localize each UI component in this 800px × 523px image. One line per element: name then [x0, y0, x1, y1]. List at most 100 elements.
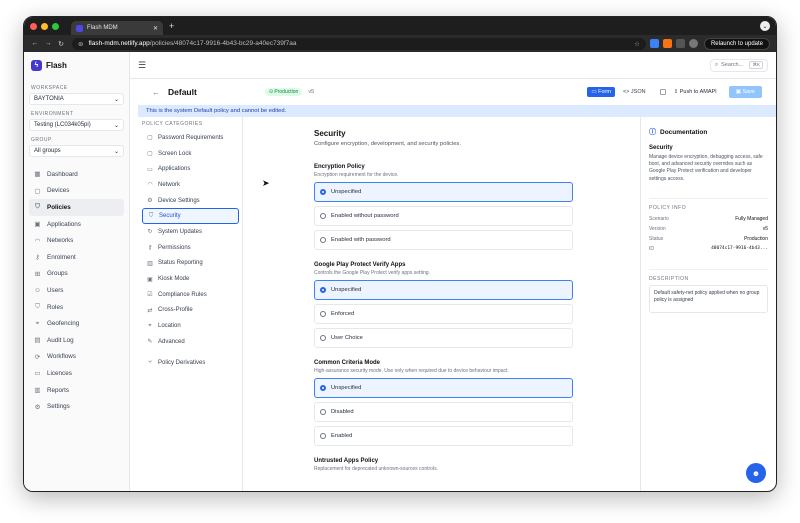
- tab-search-button[interactable]: ⌄: [760, 21, 770, 31]
- radio-option-user-choice[interactable]: User Choice: [314, 328, 573, 348]
- status-badge: ⊙ Production: [264, 88, 303, 96]
- radio-button[interactable]: [320, 433, 326, 439]
- radio-option-enabled-without-password[interactable]: Enabled without password: [314, 206, 573, 226]
- push-checkbox[interactable]: [659, 89, 666, 95]
- sidebar-item-groups[interactable]: ⊞ Groups: [29, 266, 124, 283]
- sidebar-item-applications[interactable]: ▣ Applications: [29, 216, 124, 233]
- category-label: Location: [158, 323, 181, 330]
- form-view-button[interactable]: ▭ Form: [587, 87, 615, 97]
- sidebar-item-dashboard[interactable]: ▦ Dashboard: [29, 166, 124, 183]
- search-placeholder: Search...: [721, 62, 744, 68]
- sidebar-item-enrolment[interactable]: ⚷ Enrolment: [29, 249, 124, 266]
- radio-button[interactable]: [320, 409, 326, 415]
- new-tab-button[interactable]: +: [169, 21, 174, 31]
- policy-categories: POLICY CATEGORIES ▢ Password Requirements…: [130, 117, 243, 491]
- back-arrow-icon[interactable]: ←: [152, 88, 160, 97]
- workspace-select[interactable]: BAYTONIA ⌄: [29, 93, 124, 105]
- sidebar-item-reports[interactable]: ▥ Reports: [29, 382, 124, 399]
- category-cross-profile[interactable]: ⇄ Cross-Profile: [142, 303, 239, 319]
- back-nav-icon[interactable]: ←: [30, 40, 40, 47]
- policy-info-row: Status Production: [649, 234, 768, 244]
- radio-button[interactable]: [320, 213, 326, 219]
- favicon-icon: [76, 24, 83, 32]
- category-screen-lock[interactable]: ▢ Screen Lock: [142, 146, 239, 162]
- forward-nav-icon[interactable]: →: [43, 40, 53, 47]
- tab-bar: Flash MDM ✕ + ⌄: [24, 17, 776, 35]
- reload-icon[interactable]: ↻: [56, 40, 66, 48]
- radio-button[interactable]: [320, 311, 326, 317]
- category-permissions[interactable]: ⚷ Permissions: [142, 240, 239, 256]
- chevron-down-icon: ⌄: [113, 96, 119, 103]
- url-field[interactable]: ⊜ flash-mdm.netlify.app/policies/48074c1…: [72, 37, 646, 50]
- sidebar-item-networks[interactable]: ◠ Networks: [29, 232, 124, 249]
- sidebar-item-label: Reports: [47, 386, 70, 394]
- sidebar-item-geofencing[interactable]: ⌖ Geofencing: [29, 315, 124, 332]
- radio-option-enabled[interactable]: Enabled: [314, 426, 573, 446]
- category-advanced[interactable]: ✎ Advanced: [142, 334, 239, 350]
- browser-tab[interactable]: Flash MDM ✕: [71, 21, 163, 35]
- bookmark-star-icon[interactable]: ☆: [634, 40, 640, 48]
- category-password-requirements[interactable]: ▢ Password Requirements: [142, 130, 239, 146]
- setting-title: Untrusted Apps Policy: [314, 458, 379, 464]
- extensions-puzzle-icon[interactable]: [675, 39, 685, 48]
- sidebar-item-users[interactable]: ☺ Users: [29, 282, 124, 299]
- radio-button[interactable]: [320, 335, 326, 341]
- category-applications[interactable]: ▭ Applications: [142, 161, 239, 177]
- sidebar-item-policies[interactable]: ⛉ Policies: [29, 199, 124, 216]
- extension-icon[interactable]: [662, 39, 672, 48]
- radio-option-enabled-with-password[interactable]: Enabled with password: [314, 230, 573, 250]
- category-location[interactable]: ⌖ Location: [142, 318, 239, 334]
- group-select[interactable]: All groups ⌄: [29, 145, 124, 157]
- category-device-settings[interactable]: ⚙ Device Settings: [142, 193, 239, 209]
- close-window-button[interactable]: [30, 22, 37, 30]
- environment-select[interactable]: Testing (LC034k05pi) ⌄: [29, 119, 124, 131]
- setting-title: Encryption Policy: [314, 164, 365, 170]
- json-view-button[interactable]: <> JSON: [619, 87, 650, 97]
- category-status-reporting[interactable]: ▥ Status Reporting: [142, 256, 239, 272]
- sidebar-item-roles[interactable]: ⛉ Roles: [29, 299, 124, 316]
- sidebar-item-settings[interactable]: ⚙ Settings: [29, 398, 124, 415]
- category-policy-derivatives[interactable]: ⑂ Policy Derivatives: [142, 356, 239, 372]
- category-compliance-rules[interactable]: ☑ Compliance Rules: [142, 287, 239, 303]
- profile-avatar[interactable]: [688, 39, 698, 48]
- sidebar-item-workflows[interactable]: ⟳ Workflows: [29, 349, 124, 366]
- extension-icon[interactable]: [649, 39, 659, 48]
- compliance-rules-icon: ☑: [147, 292, 153, 299]
- cross-profile-icon: ⇄: [147, 307, 153, 314]
- close-tab-icon[interactable]: ✕: [153, 25, 158, 32]
- category-kiosk-mode[interactable]: ▣ Kiosk Mode: [142, 271, 239, 287]
- site-info-icon[interactable]: ⊜: [78, 40, 83, 48]
- push-to-amapi-button[interactable]: ⇪ Push to AMAPI: [670, 87, 721, 97]
- radio-button[interactable]: [320, 385, 326, 391]
- sidebar-item-devices[interactable]: ▢ Devices: [29, 183, 124, 200]
- radio-button[interactable]: [320, 237, 326, 243]
- sidebar-item-audit-log[interactable]: ▤ Audit Log: [29, 332, 124, 349]
- sidebar-item-licences[interactable]: ▭ Licences: [29, 365, 124, 382]
- radio-option-unspecified[interactable]: Unspecified: [314, 280, 573, 300]
- category-security[interactable]: ⛉ Security: [142, 208, 239, 225]
- description-textarea[interactable]: Default safety-net policy applied when n…: [649, 284, 768, 313]
- chevron-down-icon: ⌄: [113, 148, 119, 155]
- category-system-updates[interactable]: ↻ System Updates: [142, 224, 239, 240]
- maximize-window-button[interactable]: [52, 22, 59, 30]
- menu-toggle-icon[interactable]: ☰: [138, 60, 146, 71]
- relaunch-button[interactable]: Relaunch to update: [703, 37, 770, 50]
- brand[interactable]: ϟ Flash: [29, 60, 124, 71]
- search-input[interactable]: ⌕ Search... ⌘K: [710, 58, 768, 72]
- licences-icon: ▭: [34, 370, 41, 378]
- setting-title: Common Criteria Mode: [314, 360, 381, 366]
- system-updates-icon: ↻: [147, 229, 153, 236]
- assistant-fab-button[interactable]: ☻: [746, 463, 766, 483]
- radio-button[interactable]: [320, 287, 326, 293]
- radio-option-disabled[interactable]: Disabled: [314, 402, 573, 422]
- save-button[interactable]: ▣ Save: [728, 86, 762, 98]
- radio-option-enforced[interactable]: Enforced: [314, 304, 573, 324]
- radio-button[interactable]: [320, 189, 326, 195]
- workflows-icon: ⟳: [34, 353, 41, 361]
- search-icon: ⌕: [715, 61, 719, 68]
- category-network[interactable]: ◠ Network: [142, 177, 239, 193]
- radio-option-unspecified[interactable]: Unspecified: [314, 378, 573, 398]
- category-label: Compliance Rules: [158, 291, 207, 298]
- radio-option-unspecified[interactable]: Unspecified: [314, 182, 573, 202]
- minimize-window-button[interactable]: [41, 22, 48, 30]
